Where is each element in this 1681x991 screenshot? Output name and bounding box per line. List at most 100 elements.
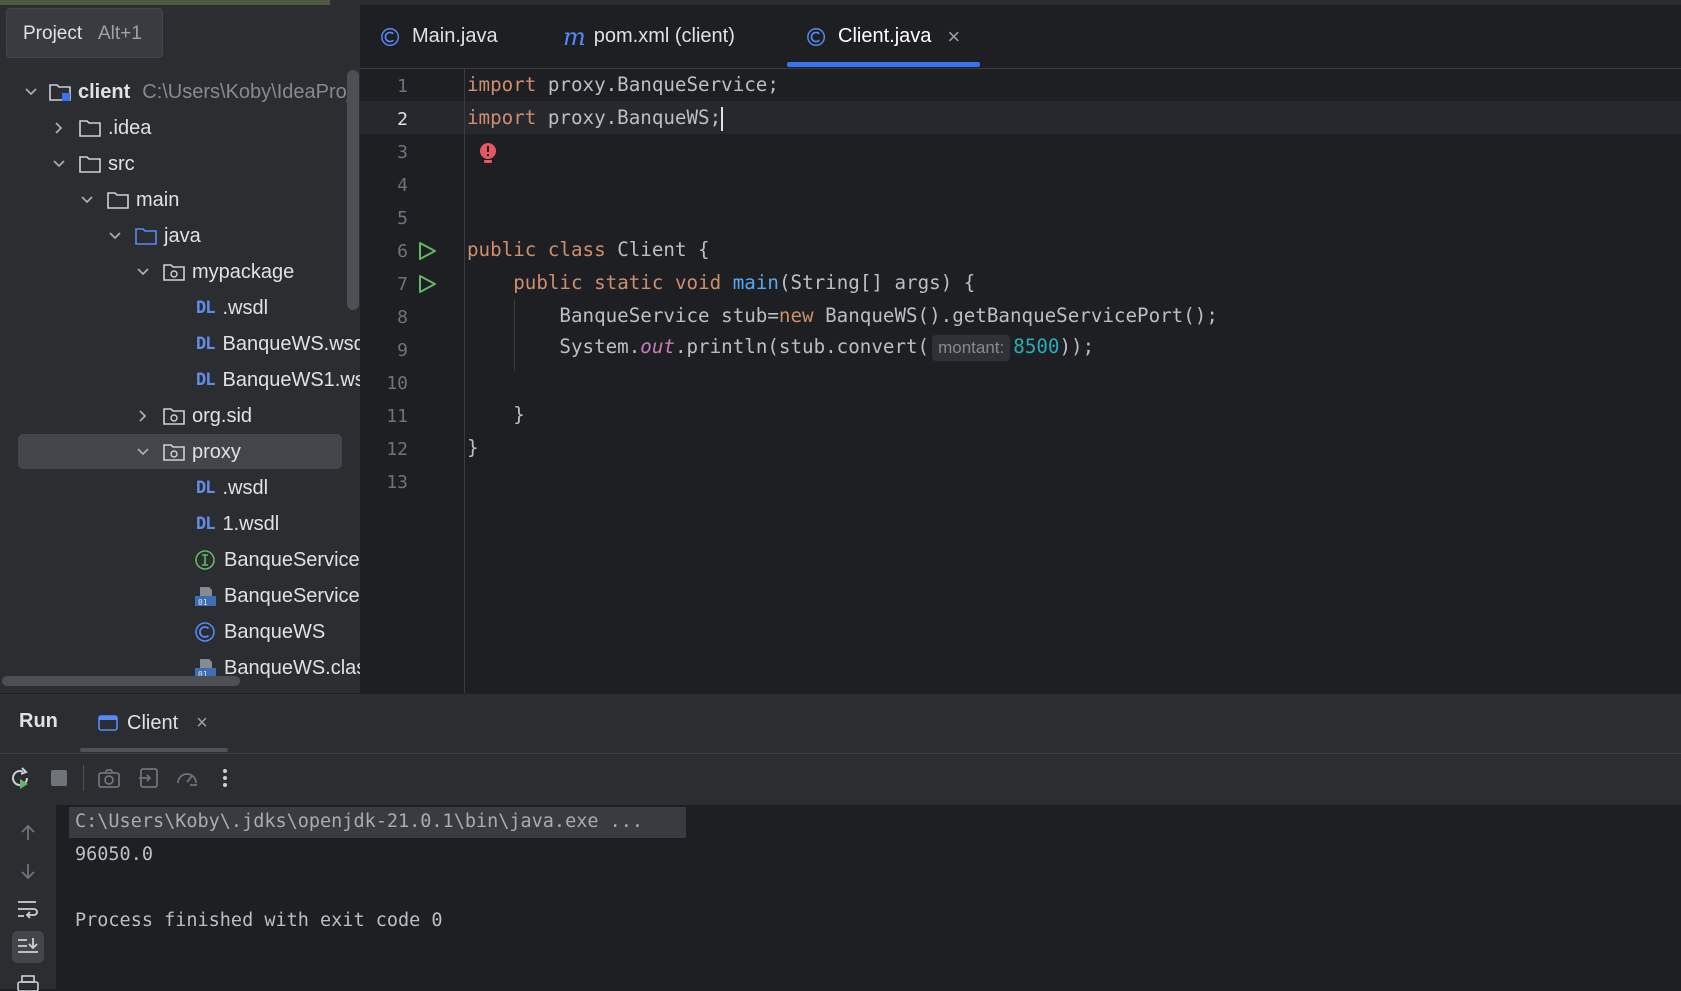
console-icon [98,715,118,731]
folder-icon [107,192,129,209]
run-icon[interactable] [416,240,438,262]
rerun-icon[interactable] [8,766,32,790]
tree-item-wsdl-file[interactable]: DL 1.wsdl [196,506,279,542]
project-vertical-scrollbar[interactable] [347,70,359,310]
tab-label: Client.java [838,25,932,47]
code-editor[interactable] [360,69,1681,693]
run-toolbar [0,753,1681,806]
chevron-right-icon[interactable] [50,119,68,137]
run-icon[interactable] [416,273,438,295]
tree-item-proxy[interactable]: proxy [134,434,241,470]
tree-label: main [136,188,180,211]
run-tab-client[interactable]: Client × [98,708,208,738]
line-number: 8 [397,307,408,328]
tree-label: client [78,80,131,103]
tree-label: 1.wsdl [222,512,280,535]
tree-path: C:\Users\Koby\IdeaProj [142,80,352,103]
tree-item-class[interactable]: BanqueWS [194,614,325,650]
tab-main-java[interactable]: Main.java [380,5,498,68]
wsdl-file-icon: DL [196,334,216,354]
code-line-7: public static void main(String[] args) { [513,271,976,294]
tab-client-java[interactable]: Client.java × [806,5,960,68]
tree-item-src[interactable]: src [50,146,135,182]
run-side-toolbar [0,805,56,991]
line-number: 12 [386,439,408,460]
module-folder-icon [49,84,71,101]
tree-label: BanqueWS [224,620,326,643]
tree-label: org.sid [192,404,253,427]
wsdl-file-icon: DL [196,298,216,318]
source-folder-icon [135,228,157,245]
code-line-6: public class Client { [467,238,710,261]
console-output-value: 96050.0 [75,844,153,865]
close-icon[interactable]: × [196,712,208,735]
line-number: 3 [397,142,408,163]
run-tab-underline [80,748,228,752]
folder-icon [79,120,101,137]
chevron-down-icon[interactable] [134,443,152,461]
chevron-down-icon[interactable] [50,155,68,173]
wsdl-file-icon: DL [196,478,216,498]
active-tab-underline [787,62,980,67]
run-panel-title: Run [19,710,58,732]
wsdl-file-icon: DL [196,514,216,534]
tree-item-wsdl-file[interactable]: DL BanqueWS1.ws [196,362,360,398]
arrow-up-icon[interactable] [17,822,39,844]
scroll-to-end-button[interactable] [12,931,44,963]
code-line-2: import proxy.BanqueWS; [467,106,724,131]
tree-item-wsdl-file[interactable]: DL BanqueWS.wsd [196,326,360,362]
gutter-divider [464,69,465,693]
package-icon [163,264,185,281]
profiler-icon[interactable] [175,766,199,790]
tree-label: .wsdl [222,296,269,319]
tree-item-idea[interactable]: .idea [50,110,151,146]
folder-icon [79,156,101,173]
restore-layout-icon[interactable] [137,766,161,790]
tree-label: mypackage [192,260,295,283]
tree-item-java[interactable]: java [106,218,201,254]
tab-label: pom.xml (client) [593,25,735,47]
wsdl-file-icon: DL [196,370,216,390]
tree-label: BanqueWS1.ws [222,368,360,391]
tree-label: .wsdl [222,476,269,499]
tree-label: BanqueWS.wsd [222,332,360,355]
editor-gutter: 1 2 3 4 5 6 7 8 9 10 11 12 13 [360,69,464,693]
project-horizontal-scrollbar[interactable] [2,676,240,686]
close-icon[interactable]: × [947,24,960,50]
code-line-1: import proxy.BanqueService; [467,73,779,96]
class-icon [381,27,400,46]
tree-label: BanqueService [224,548,360,571]
class-icon [195,622,215,642]
tab-label: Main.java [412,25,498,47]
tree-item-main[interactable]: main [78,182,179,218]
soft-wrap-icon[interactable] [16,898,40,920]
line-number: 13 [386,472,408,493]
tree-item-org-sid[interactable]: org.sid [134,398,252,434]
error-bulb-icon[interactable] [477,141,499,167]
more-options-icon[interactable] [213,766,237,790]
tab-pom-xml[interactable]: m pom.xml (client) [563,5,735,68]
chevron-down-icon[interactable] [78,191,96,209]
camera-icon[interactable] [97,766,121,790]
tree-item-client[interactable]: client C:\Users\Koby\IdeaProj [22,74,351,110]
chevron-right-icon[interactable] [134,407,152,425]
project-tree: client C:\Users\Koby\IdeaProj .idea src … [0,70,360,680]
stop-icon[interactable] [47,766,71,790]
tree-item-classfile[interactable]: 01 BanqueService [194,578,360,614]
chevron-down-icon[interactable] [106,227,124,245]
line-number: 5 [397,208,408,229]
chevron-down-icon[interactable] [134,263,152,281]
svg-text:01: 01 [198,598,208,607]
scroll-to-end-icon [18,938,38,953]
run-panel-header: Run Client × [0,693,1681,754]
tree-item-interface[interactable]: BanqueService [194,542,360,578]
project-tab-shortcut: Alt+1 [98,23,142,44]
chevron-down-icon[interactable] [22,83,40,101]
tree-item-mypackage[interactable]: mypackage [134,254,294,290]
project-tool-tab[interactable]: Project Alt+1 [6,8,163,58]
tree-label: proxy [192,440,241,463]
tree-item-wsdl-file[interactable]: DL .wsdl [196,290,268,326]
tree-label: java [164,224,201,247]
arrow-down-icon[interactable] [17,860,39,882]
tree-item-wsdl-file[interactable]: DL .wsdl [196,470,268,506]
